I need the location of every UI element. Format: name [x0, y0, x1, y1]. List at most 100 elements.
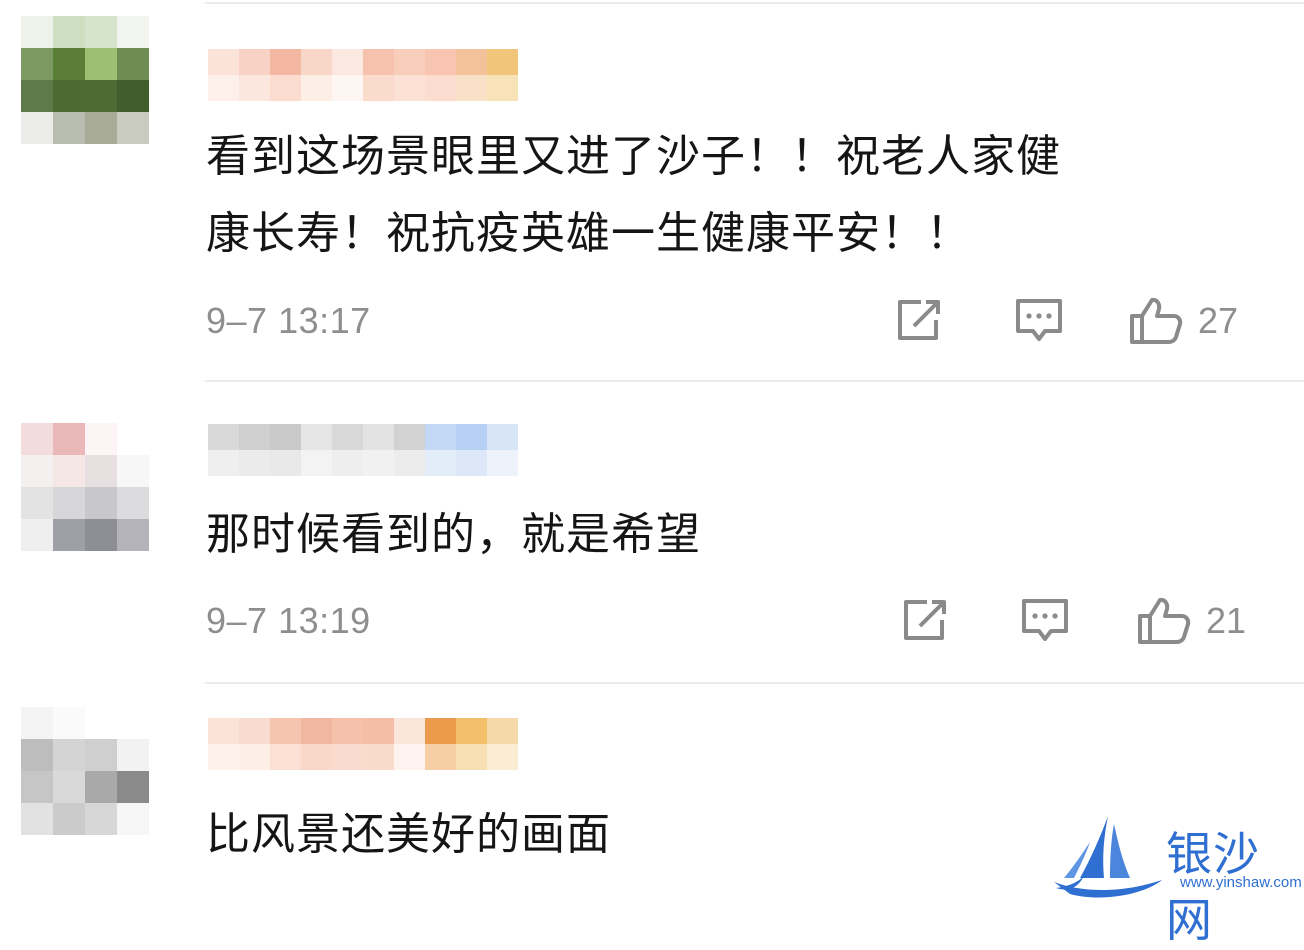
mosaic-pixel	[363, 450, 394, 476]
mosaic-pixel	[270, 744, 301, 770]
mosaic-pixel	[425, 718, 456, 744]
reply-button[interactable]	[1020, 596, 1070, 646]
mosaic-pixel	[21, 112, 53, 144]
mosaic-pixel	[332, 718, 363, 744]
mosaic-pixel	[394, 718, 425, 744]
mosaic-pixel	[21, 80, 53, 112]
mosaic-pixel	[85, 48, 117, 80]
like-button[interactable]: 21	[1136, 596, 1246, 646]
mosaic-pixel	[301, 718, 332, 744]
mosaic-pixel	[21, 48, 53, 80]
like-button[interactable]: 27	[1128, 296, 1238, 346]
username[interactable]	[208, 718, 518, 770]
comment-text: 那时候看到的，就是希望	[206, 496, 1266, 573]
mosaic-pixel	[85, 112, 117, 144]
share-button[interactable]	[894, 296, 944, 346]
mosaic-pixel	[425, 450, 456, 476]
mosaic-pixel	[332, 744, 363, 770]
reply-button[interactable]	[1014, 296, 1064, 346]
mosaic-pixel	[239, 424, 270, 450]
mosaic-pixel	[487, 744, 518, 770]
mosaic-pixel	[239, 49, 270, 75]
mosaic-pixel	[363, 424, 394, 450]
mosaic-pixel	[117, 455, 149, 487]
avatar[interactable]	[21, 423, 149, 551]
comment-actions: 9–7 13:19 21	[206, 596, 1264, 646]
mosaic-pixel	[394, 424, 425, 450]
like-icon	[1138, 597, 1191, 644]
mosaic-pixel	[208, 49, 239, 75]
mosaic-pixel	[208, 718, 239, 744]
mosaic-pixel	[332, 424, 363, 450]
mosaic-pixel	[301, 75, 332, 101]
mosaic-pixel	[53, 707, 85, 739]
mosaic-pixel	[487, 450, 518, 476]
mosaic-pixel	[332, 450, 363, 476]
mosaic-pixel	[117, 739, 149, 771]
mosaic-pixel	[487, 49, 518, 75]
mosaic-pixel	[21, 739, 53, 771]
mosaic-pixel	[117, 16, 149, 48]
avatar[interactable]	[21, 707, 149, 835]
mosaic-pixel	[425, 49, 456, 75]
like-count: 21	[1206, 600, 1247, 641]
mosaic-pixel	[53, 16, 85, 48]
mosaic-pixel	[21, 423, 53, 455]
mosaic-pixel	[117, 707, 149, 739]
mosaic-pixel	[425, 424, 456, 450]
mosaic-pixel	[85, 771, 117, 803]
mosaic-pixel	[394, 744, 425, 770]
mosaic-pixel	[117, 771, 149, 803]
mosaic-pixel	[394, 49, 425, 75]
mosaic-pixel	[21, 707, 53, 739]
avatar[interactable]	[21, 16, 149, 144]
mosaic-pixel	[85, 80, 117, 112]
mosaic-pixel	[301, 450, 332, 476]
comment-actions: 9–7 13:17 27	[206, 296, 1264, 346]
comment-icon	[1016, 299, 1062, 341]
mosaic-pixel	[270, 450, 301, 476]
mosaic-pixel	[117, 423, 149, 455]
mosaic-pixel	[85, 423, 117, 455]
mosaic-pixel	[363, 744, 394, 770]
share-button[interactable]	[900, 596, 950, 646]
mosaic-pixel	[487, 75, 518, 101]
mosaic-pixel	[363, 49, 394, 75]
mosaic-pixel	[21, 16, 53, 48]
share-icon	[904, 600, 946, 640]
comment-text-line: 看到这场景眼里又进了沙子！！祝老人家健	[206, 131, 1061, 182]
username[interactable]	[208, 424, 518, 476]
watermark-logo-icon	[1054, 816, 1162, 898]
mosaic-pixel	[21, 803, 53, 835]
mosaic-pixel	[85, 803, 117, 835]
mosaic-pixel	[208, 424, 239, 450]
comment-text: 看到这场景眼里又进了沙子！！祝老人家健 康长寿！祝抗疫英雄一生健康平安！！	[206, 118, 1266, 272]
mosaic-pixel	[239, 450, 270, 476]
mosaic-pixel	[117, 80, 149, 112]
mosaic-pixel	[394, 450, 425, 476]
mosaic-pixel	[53, 739, 85, 771]
comment-divider	[205, 682, 1304, 684]
mosaic-pixel	[21, 487, 53, 519]
mosaic-pixel	[53, 487, 85, 519]
mosaic-pixel	[239, 75, 270, 101]
mosaic-pixel	[208, 75, 239, 101]
mosaic-pixel	[239, 744, 270, 770]
mosaic-pixel	[53, 455, 85, 487]
mosaic-pixel	[53, 80, 85, 112]
mosaic-pixel	[301, 744, 332, 770]
mosaic-pixel	[425, 75, 456, 101]
top-divider	[205, 2, 1304, 4]
mosaic-pixel	[117, 487, 149, 519]
mosaic-pixel	[270, 49, 301, 75]
username[interactable]	[208, 49, 518, 101]
comment-text-line: 康长寿！祝抗疫英雄一生健康平安！！	[206, 208, 971, 259]
mosaic-pixel	[21, 455, 53, 487]
mosaic-pixel	[85, 519, 117, 551]
watermark-url: www.yinshaw.com	[1180, 874, 1302, 891]
comment-text-line: 那时候看到的，就是希望	[206, 509, 701, 560]
mosaic-pixel	[85, 455, 117, 487]
mosaic-pixel	[85, 707, 117, 739]
like-count: 27	[1198, 300, 1239, 341]
timestamp: 9–7 13:17	[206, 300, 371, 341]
